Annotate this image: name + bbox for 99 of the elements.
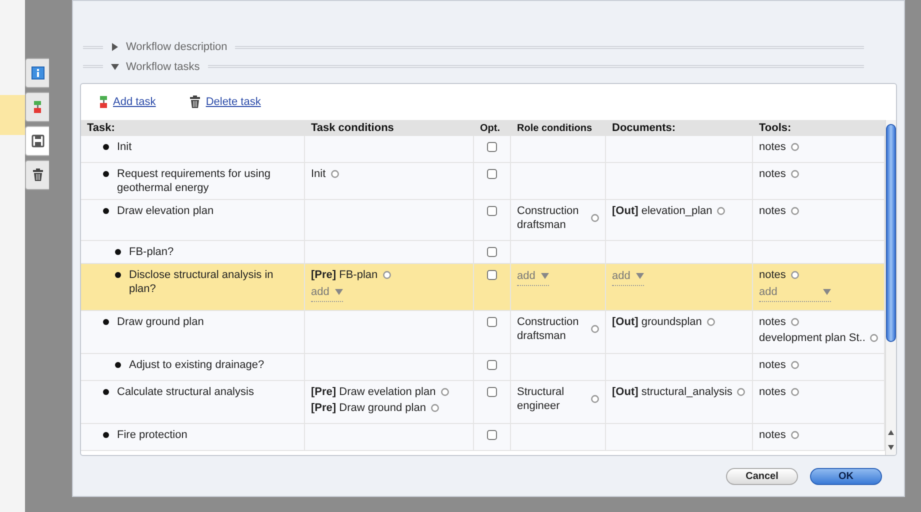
list-entry: [Out] groundsplan — [612, 314, 702, 328]
list-entry: Construction draftsman — [517, 314, 580, 342]
optional-checkbox[interactable] — [487, 430, 497, 440]
highlight-strip — [0, 95, 25, 135]
side-tab[interactable] — [25, 160, 49, 190]
side-tab[interactable] — [25, 58, 49, 88]
task-name: Request requirements for using geothermal energy — [117, 167, 272, 195]
side-tab[interactable] — [25, 92, 49, 122]
remove-icon[interactable] — [870, 334, 878, 342]
expanded-icon — [111, 62, 119, 71]
optional-checkbox[interactable] — [487, 360, 497, 370]
list-entry: [Out] elevation_plan — [612, 204, 712, 218]
add-dropdown[interactable]: add — [517, 268, 550, 286]
dropdown-caret-icon — [541, 272, 550, 280]
bullet-icon — [103, 171, 109, 177]
bullet-icon — [103, 432, 109, 438]
column-header: Task: — [86, 121, 116, 136]
optional-checkbox[interactable] — [487, 206, 497, 216]
bullet-icon — [103, 318, 109, 324]
remove-icon[interactable] — [790, 143, 799, 151]
remove-icon[interactable] — [790, 388, 799, 396]
add-dropdown[interactable]: add — [311, 284, 344, 302]
optional-checkbox[interactable] — [487, 386, 497, 396]
list-entry: Structural engineer — [517, 384, 566, 412]
task-name: Fire protection — [117, 428, 188, 442]
remove-icon[interactable] — [790, 430, 799, 438]
add-dropdown[interactable]: add — [612, 268, 644, 286]
trash-icon — [30, 168, 44, 182]
remove-icon[interactable] — [790, 170, 799, 178]
list-entry: Construction draftsman — [517, 204, 580, 232]
remove-icon[interactable] — [591, 214, 599, 222]
task-name: Calculate structural analysis — [117, 384, 254, 398]
optional-checkbox[interactable] — [487, 316, 497, 326]
task-name: Disclose structural analysis in plan? — [129, 268, 274, 296]
bullet-icon — [115, 272, 121, 278]
remove-icon[interactable] — [790, 318, 799, 326]
list-entry: Init — [311, 167, 326, 181]
optional-checkbox[interactable] — [487, 247, 497, 257]
list-entry: notes — [759, 268, 786, 282]
list-entry: notes — [759, 358, 786, 372]
remove-icon[interactable] — [591, 394, 599, 402]
bullet-icon — [103, 144, 109, 150]
bullet-icon — [103, 208, 109, 214]
side-tab[interactable] — [25, 126, 49, 156]
dropdown-caret-icon — [636, 272, 644, 280]
list-entry: [Pre] Draw ground plan — [311, 400, 426, 414]
collapsed-icon — [111, 43, 119, 52]
list-entry: notes — [759, 167, 786, 181]
list-entry: notes — [759, 314, 786, 328]
section-toggle[interactable]: Workflow tasks — [111, 58, 200, 75]
bullet-icon — [115, 249, 121, 255]
scroll-thumb[interactable] — [886, 124, 896, 342]
column-header: Role conditions — [516, 122, 593, 136]
optional-checkbox[interactable] — [487, 142, 497, 152]
remove-icon[interactable] — [591, 324, 599, 332]
list-entry: [Out] structural_analysis — [612, 384, 732, 398]
task-name: Init — [117, 140, 132, 154]
column-header: Opt. — [479, 122, 501, 136]
info-icon — [30, 66, 44, 80]
list-entry: notes — [759, 384, 786, 398]
scroll-up-icon[interactable] — [887, 429, 896, 437]
dialog-button[interactable]: OK — [810, 468, 882, 485]
list-entry: development plan St.. — [759, 330, 866, 344]
list-entry: notes — [759, 428, 786, 442]
column-header: Task conditions — [310, 121, 395, 136]
add-dropdown[interactable]: add — [759, 284, 831, 302]
column-header: Documents: — [611, 121, 677, 136]
hierarchy-icon — [97, 95, 109, 110]
remove-icon[interactable] — [790, 360, 799, 368]
list-entry: [Pre] FB-plan — [311, 268, 378, 282]
remove-icon[interactable] — [706, 318, 715, 326]
task-name: Draw elevation plan — [117, 204, 214, 218]
bullet-icon — [115, 362, 121, 368]
bullet-icon — [103, 388, 109, 394]
optional-checkbox[interactable] — [487, 169, 497, 179]
task-name: Draw ground plan — [117, 314, 204, 328]
list-entry: [Pre] Draw evelation plan — [311, 384, 436, 398]
dropdown-caret-icon — [335, 288, 344, 296]
scrollbar[interactable] — [885, 120, 896, 455]
remove-icon[interactable] — [790, 207, 799, 215]
remove-icon[interactable] — [717, 207, 726, 215]
trash-icon — [188, 95, 202, 110]
remove-icon[interactable] — [737, 388, 746, 396]
column-header: Tools: — [758, 121, 792, 136]
task-name: Adjust to existing drainage? — [129, 358, 264, 372]
dropdown-caret-icon — [823, 288, 831, 296]
scroll-down-icon[interactable] — [887, 443, 896, 451]
toolbar-link[interactable]: Delete task — [188, 94, 261, 110]
task-name: FB-plan? — [129, 245, 174, 259]
toolbar-link[interactable]: Add task — [97, 94, 156, 110]
list-entry: notes — [759, 140, 786, 154]
remove-icon[interactable] — [790, 271, 799, 279]
section-toggle[interactable]: Workflow description — [111, 39, 228, 56]
remove-icon[interactable] — [382, 271, 391, 279]
remove-icon[interactable] — [330, 170, 339, 178]
optional-checkbox[interactable] — [487, 270, 497, 280]
floppy-icon — [30, 134, 44, 148]
dialog-button[interactable]: Cancel — [726, 468, 798, 485]
list-entry: notes — [759, 204, 786, 218]
